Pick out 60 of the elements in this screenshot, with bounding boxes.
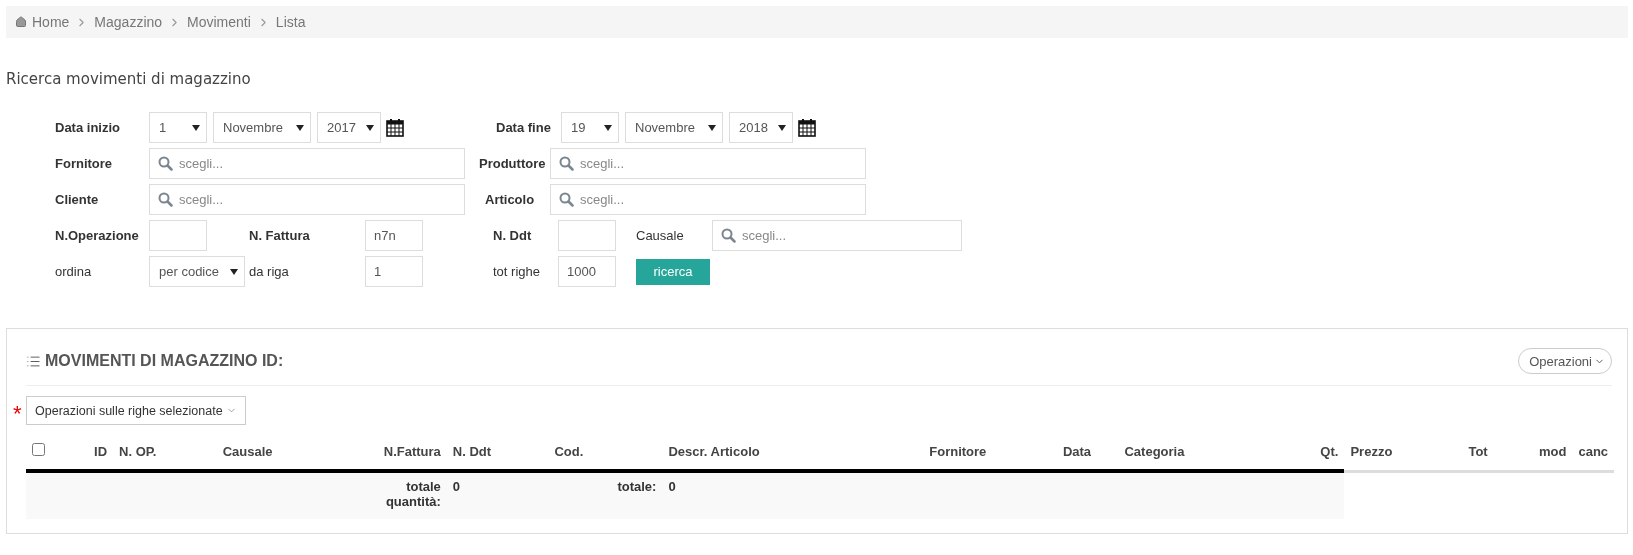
- field-label: tot righe: [493, 264, 541, 279]
- search-field[interactable]: scegli...: [550, 148, 866, 179]
- input-field[interactable]: [149, 220, 207, 251]
- field-label: Cliente: [55, 192, 100, 207]
- field-label: Produttore: [479, 156, 547, 171]
- year-select[interactable]: 2018: [729, 112, 793, 143]
- calendar-icon[interactable]: [798, 118, 816, 137]
- year-select[interactable]: 2017: [317, 112, 381, 143]
- field-label: ordina: [55, 264, 93, 279]
- field-label: Causale: [636, 228, 685, 243]
- day-select[interactable]: 1: [149, 112, 207, 143]
- input-field[interactable]: n7n: [365, 220, 423, 251]
- list-icon: [26, 353, 41, 369]
- search-icon: [158, 192, 173, 207]
- calendar-icon[interactable]: [386, 118, 404, 137]
- caret-icon: [604, 124, 612, 131]
- caret-icon: [778, 124, 786, 131]
- search-field[interactable]: scegli...: [550, 184, 866, 215]
- caret-icon: [296, 124, 304, 131]
- required-mark: *: [13, 400, 23, 421]
- caret-icon: [230, 268, 238, 275]
- field-label: Articolo: [485, 192, 536, 207]
- bulk-actions-button[interactable]: Operazioni sulle righe selezionate: [26, 396, 246, 425]
- page-title: Ricerca movimenti di magazzino: [6, 70, 252, 88]
- home-icon: [15, 16, 27, 28]
- search-icon: [158, 156, 173, 171]
- day-select[interactable]: 19: [561, 112, 619, 143]
- search-icon: [721, 228, 736, 243]
- input-field[interactable]: [558, 220, 616, 251]
- search-icon: [559, 192, 574, 207]
- search-icon: [559, 156, 574, 171]
- caret-icon: [708, 124, 716, 131]
- month-select[interactable]: Novembre: [625, 112, 723, 143]
- input-field[interactable]: 1: [365, 256, 423, 287]
- caret-icon: [366, 124, 374, 131]
- field-label: N. Ddt: [493, 228, 533, 243]
- breadcrumb-link[interactable]: Movimenti: [187, 14, 251, 30]
- summary-text: 0: [452, 479, 461, 494]
- month-select[interactable]: Novembre: [213, 112, 311, 143]
- field-label: Fornitore: [55, 156, 114, 171]
- search-field[interactable]: scegli...: [149, 184, 465, 215]
- operations-button[interactable]: Operazioni: [1518, 348, 1612, 374]
- field-label: N. Fattura: [249, 228, 311, 243]
- summary-text: totale quantità:: [385, 479, 441, 509]
- search-field[interactable]: scegli...: [149, 148, 465, 179]
- field-label: N.Operazione: [55, 228, 140, 243]
- field-label: Data fine: [496, 120, 552, 135]
- search-field[interactable]: scegli...: [712, 220, 962, 251]
- field-label: da riga: [249, 264, 290, 279]
- field-label: Data inizio: [55, 120, 121, 135]
- breadcrumb-link[interactable]: Lista: [275, 14, 306, 30]
- breadcrumb-link[interactable]: Home: [15, 14, 70, 30]
- caret-icon: [192, 124, 200, 131]
- summary-text: totale:: [617, 479, 657, 494]
- breadcrumb-link[interactable]: Magazzino: [94, 14, 163, 30]
- input-field[interactable]: 1000: [558, 256, 616, 287]
- summary-text: 0: [668, 479, 676, 494]
- panel-title: MOVIMENTI DI MAGAZZINO ID:: [26, 352, 284, 370]
- sort-select[interactable]: per codice: [149, 256, 245, 287]
- select-all-checkbox[interactable]: [32, 443, 45, 456]
